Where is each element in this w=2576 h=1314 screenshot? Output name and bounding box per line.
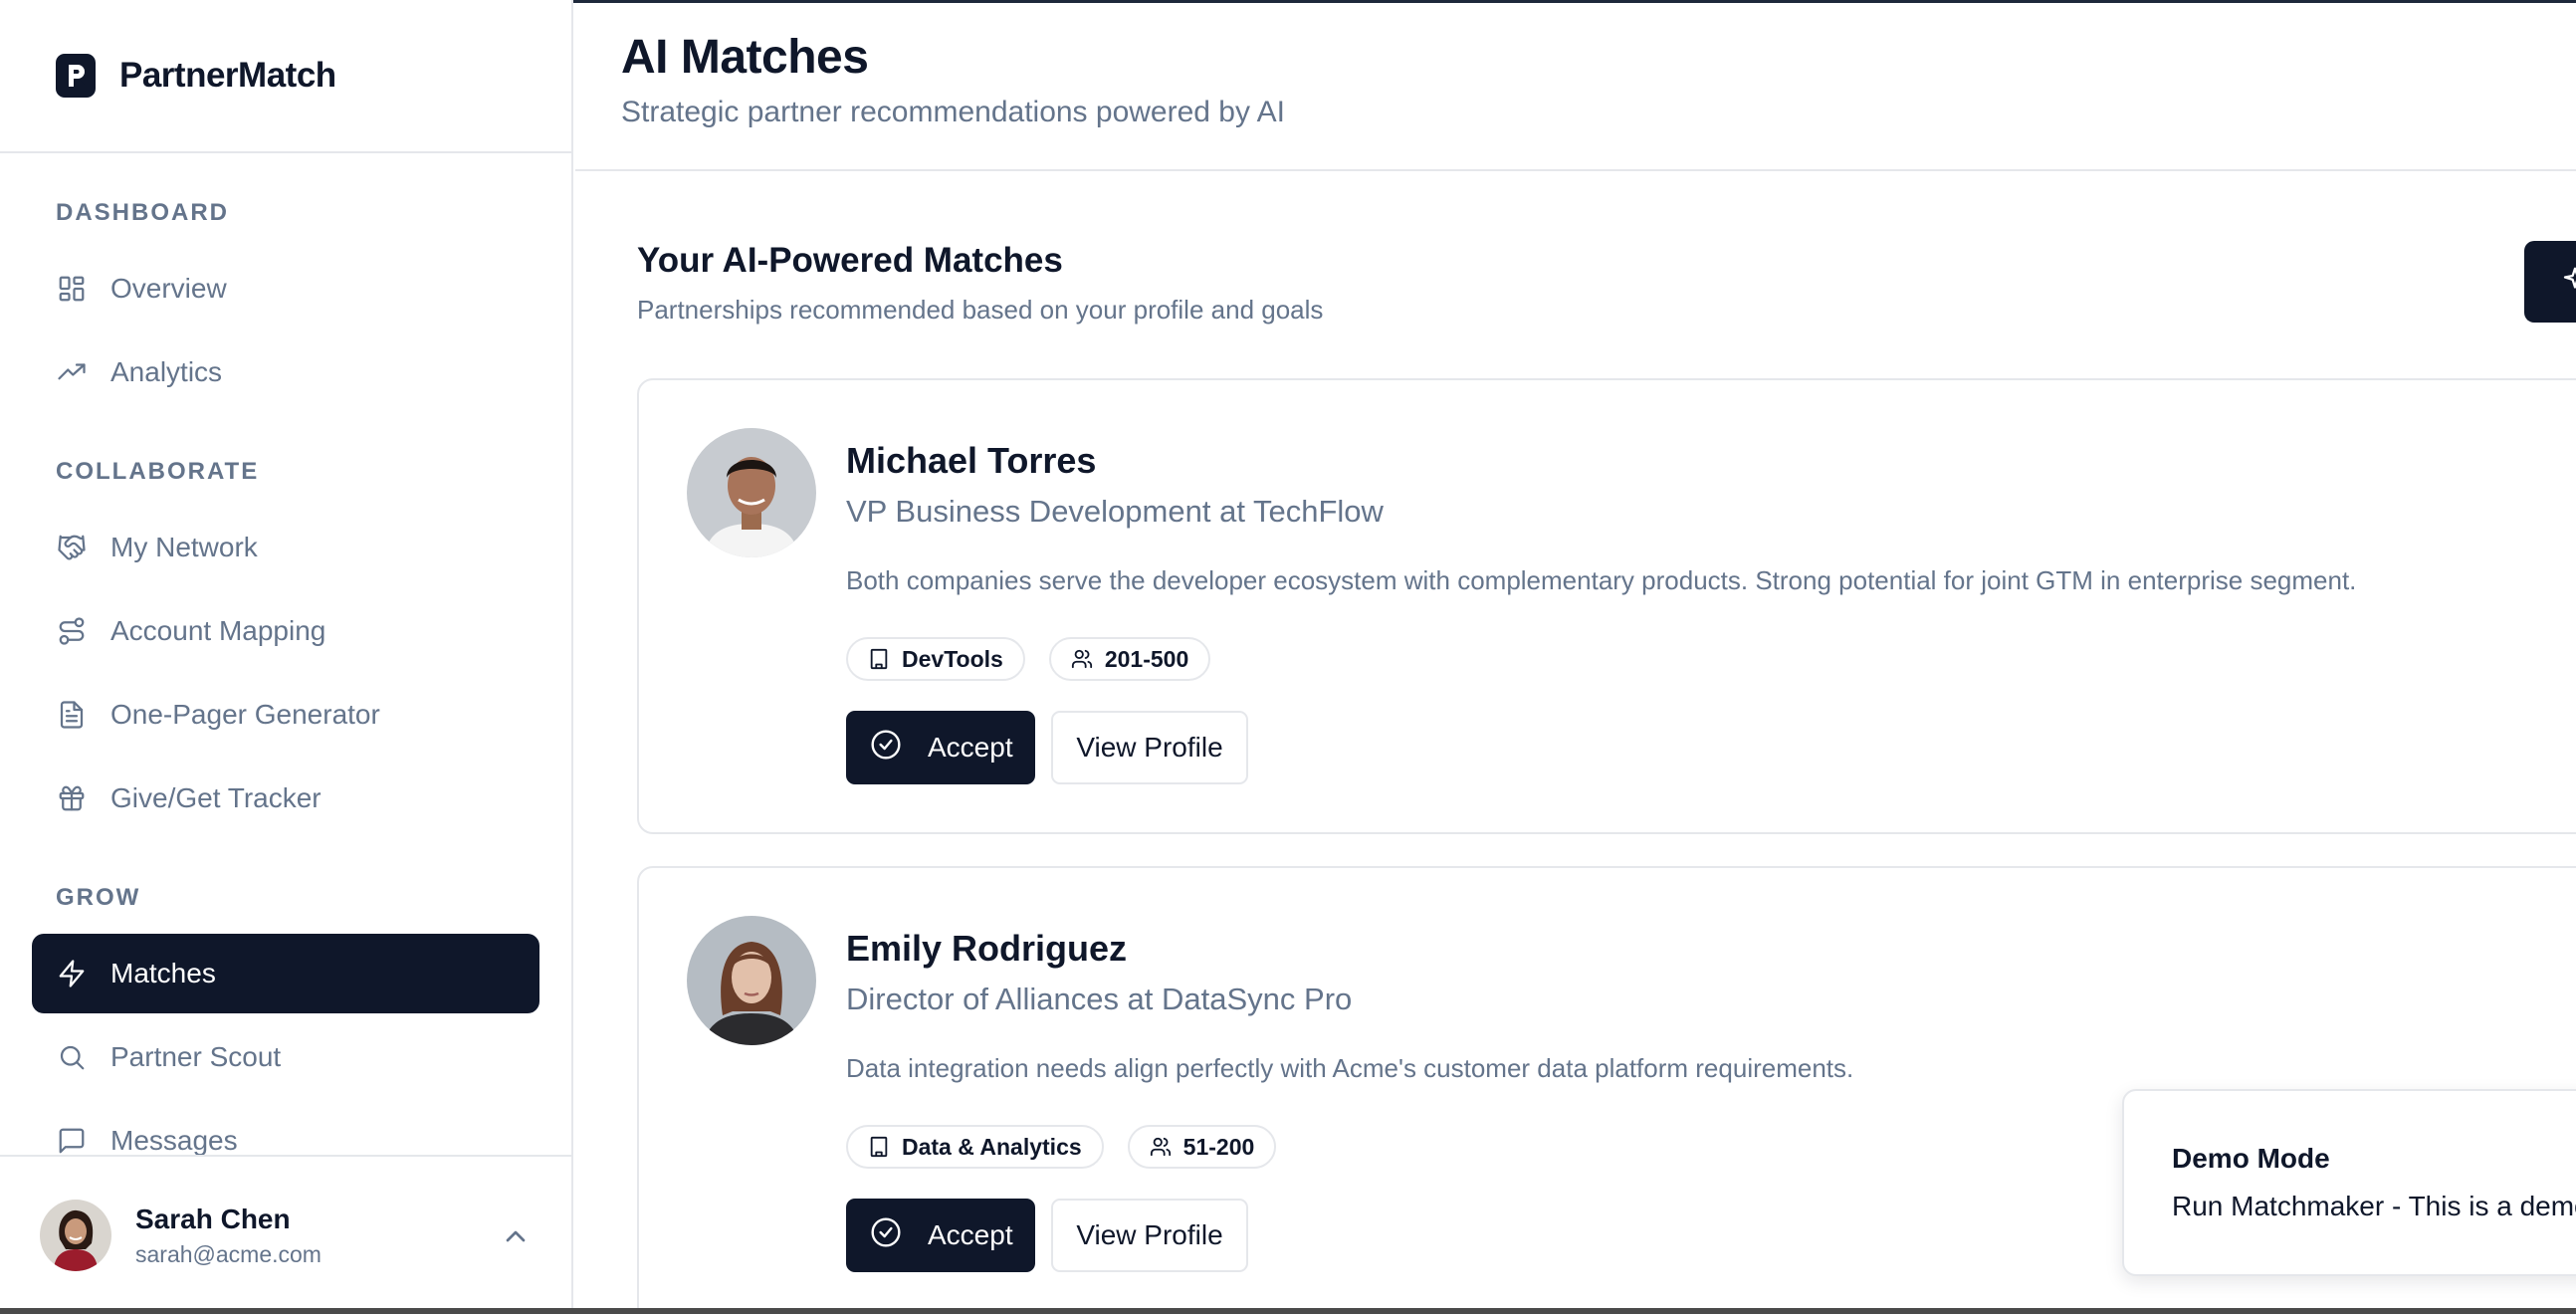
sidebar-item-label: Matches xyxy=(110,958,216,988)
building-icon xyxy=(868,1135,892,1159)
toast-title: Demo Mode xyxy=(2172,1143,2330,1174)
avatar xyxy=(687,916,816,1045)
accept-button[interactable]: Accept xyxy=(846,1199,1035,1272)
accept-button[interactable]: Accept xyxy=(846,711,1035,784)
check-circle-icon xyxy=(870,729,902,767)
sidebar-item-label: My Network xyxy=(110,532,258,562)
section-label-grow: GROW xyxy=(56,884,141,911)
view-profile-button[interactable]: View Profile xyxy=(1051,1199,1248,1272)
sidebar-item-give-get-tracker[interactable]: Give/Get Tracker xyxy=(32,759,539,838)
sidebar-item-overview[interactable]: Overview xyxy=(32,249,539,328)
page-subtitle: Strategic partner recommendations powere… xyxy=(621,96,1286,128)
sidebar-item-label: Analytics xyxy=(110,356,223,387)
sidebar-item-analytics[interactable]: Analytics xyxy=(32,332,539,412)
accept-label: Accept xyxy=(928,1219,1013,1250)
company-size-badge: 201-500 xyxy=(1048,637,1211,681)
user-menu[interactable]: Sarah Chen sarah@acme.com xyxy=(0,1155,571,1314)
handshake-icon xyxy=(56,532,88,563)
zap-icon xyxy=(56,958,88,989)
section-label-collaborate: COLLABORATE xyxy=(56,458,260,485)
avatar xyxy=(40,1200,111,1271)
sidebar-item-label: Give/Get Tracker xyxy=(110,782,322,813)
brand[interactable]: PartnerMatch xyxy=(0,0,571,153)
page-title: AI Matches xyxy=(621,31,869,84)
sidebar-item-label: Messages xyxy=(110,1125,238,1155)
sidebar-item-account-mapping[interactable]: Account Mapping xyxy=(32,591,539,671)
users-icon xyxy=(1150,1135,1174,1159)
industry-badge: Data & Analytics xyxy=(846,1125,1104,1169)
partnermatch-logo-icon xyxy=(56,54,96,98)
grid-icon xyxy=(56,273,88,305)
run-matchmaker-button[interactable] xyxy=(2524,241,2576,323)
avatar xyxy=(687,428,816,557)
search-icon xyxy=(56,1041,88,1073)
matches-section-subtitle: Partnerships recommended based on your p… xyxy=(637,295,1324,325)
file-text-icon xyxy=(56,699,88,731)
gift-icon xyxy=(56,782,88,814)
match-role: Director of Alliances at DataSync Pro xyxy=(846,982,1353,1016)
users-icon xyxy=(1071,647,1095,671)
trending-up-icon xyxy=(56,356,88,388)
sidebar-item-label: One-Pager Generator xyxy=(110,699,380,730)
sidebar-item-label: Partner Scout xyxy=(110,1041,282,1072)
page-header: AI Matches Strategic partner recommendat… xyxy=(575,0,2576,171)
sidebar-item-my-network[interactable]: My Network xyxy=(32,508,539,587)
toast-message: Run Matchmaker - This is a demo xyxy=(2172,1191,2576,1221)
demo-mode-toast[interactable]: Demo Mode Run Matchmaker - This is a dem… xyxy=(2122,1089,2576,1276)
sparkles-icon xyxy=(2560,265,2576,300)
industry-label: Data & Analytics xyxy=(902,1133,1082,1160)
building-icon xyxy=(868,647,892,671)
view-profile-button[interactable]: View Profile xyxy=(1051,711,1248,784)
sidebar-item-matches[interactable]: Matches xyxy=(32,934,539,1013)
match-card: Michael Torres VP Business Development a… xyxy=(637,378,2576,834)
sidebar: PartnerMatch DASHBOARD Overview Analytic… xyxy=(0,0,573,1314)
company-size-label: 51-200 xyxy=(1182,1133,1255,1160)
user-email: sarah@acme.com xyxy=(135,1240,322,1267)
match-reason: Both companies serve the developer ecosy… xyxy=(846,565,2357,595)
match-reason: Data integration needs align perfectly w… xyxy=(846,1053,1854,1083)
sidebar-item-one-pager-generator[interactable]: One-Pager Generator xyxy=(32,675,539,755)
match-name: Emily Rodriguez xyxy=(846,928,1128,969)
sidebar-item-partner-scout[interactable]: Partner Scout xyxy=(32,1017,539,1097)
industry-badge: DevTools xyxy=(846,637,1025,681)
sidebar-nav: DASHBOARD Overview Analytics COLLABORATE… xyxy=(0,153,571,1155)
company-size-label: 201-500 xyxy=(1104,645,1189,672)
matches-section-title: Your AI-Powered Matches xyxy=(637,241,1063,280)
company-size-badge: 51-200 xyxy=(1127,1125,1277,1169)
accept-label: Accept xyxy=(928,732,1013,763)
sidebar-item-messages[interactable]: Messages xyxy=(32,1101,539,1155)
chevron-up-icon[interactable] xyxy=(500,1220,532,1252)
route-icon xyxy=(56,615,88,647)
app-name: PartnerMatch xyxy=(119,56,336,95)
industry-label: DevTools xyxy=(902,645,1003,672)
sidebar-item-label: Account Mapping xyxy=(110,615,326,646)
user-name: Sarah Chen xyxy=(135,1203,291,1234)
match-name: Michael Torres xyxy=(846,440,1097,481)
check-circle-icon xyxy=(870,1216,902,1255)
section-label-dashboard: DASHBOARD xyxy=(56,199,229,226)
sidebar-item-label: Overview xyxy=(110,273,227,304)
match-role: VP Business Development at TechFlow xyxy=(846,494,1384,529)
message-square-icon xyxy=(56,1125,88,1155)
window-bottom-edge xyxy=(0,1308,2576,1314)
